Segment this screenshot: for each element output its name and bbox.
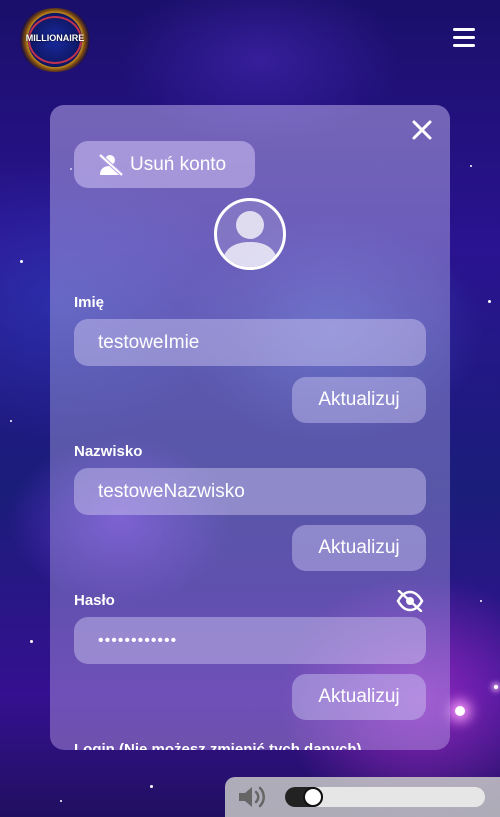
first-name-input[interactable]: testoweImie xyxy=(74,319,426,366)
star xyxy=(470,165,472,167)
avatar-silhouette xyxy=(222,211,278,267)
update-first-name-button[interactable]: Aktualizuj xyxy=(292,377,426,423)
update-password-button[interactable]: Aktualizuj xyxy=(292,674,426,720)
close-icon[interactable] xyxy=(411,119,433,141)
menu-line xyxy=(453,36,475,39)
delete-account-button[interactable]: Usuń konto xyxy=(74,141,255,188)
star xyxy=(60,800,62,802)
login-label: Login (Nie możesz zmienić tych danych) xyxy=(74,741,362,750)
hamburger-menu-icon[interactable] xyxy=(453,28,475,48)
user-slash-icon xyxy=(98,153,124,176)
menu-line xyxy=(453,44,475,47)
star xyxy=(494,685,498,689)
last-name-label: Nazwisko xyxy=(74,443,143,460)
speaker-volume-icon[interactable] xyxy=(237,785,271,809)
star xyxy=(30,640,33,643)
volume-slider-thumb[interactable] xyxy=(303,787,323,807)
star xyxy=(480,600,482,602)
first-name-label: Imię xyxy=(74,294,105,311)
profile-panel: Usuń konto Imię testoweImie Aktualizuj N… xyxy=(50,105,450,750)
star xyxy=(150,785,153,788)
last-name-input[interactable]: testoweNazwisko xyxy=(74,468,426,515)
millionaire-logo[interactable]: MILLIONAIRE xyxy=(18,8,92,72)
volume-slider[interactable] xyxy=(285,787,485,807)
top-bar: MILLIONAIRE xyxy=(0,0,500,80)
star xyxy=(455,706,465,716)
eye-slash-icon[interactable] xyxy=(396,590,424,612)
star xyxy=(488,300,491,303)
delete-account-label: Usuń konto xyxy=(130,153,227,175)
update-last-name-button[interactable]: Aktualizuj xyxy=(292,525,426,571)
password-input[interactable]: •••••••••••• xyxy=(74,617,426,664)
star xyxy=(20,260,23,263)
volume-control xyxy=(225,777,500,817)
password-label: Hasło xyxy=(74,592,115,609)
menu-line xyxy=(453,28,475,31)
user-avatar-icon[interactable] xyxy=(214,198,286,270)
logo-text: MILLIONAIRE xyxy=(25,33,85,43)
star xyxy=(10,420,12,422)
